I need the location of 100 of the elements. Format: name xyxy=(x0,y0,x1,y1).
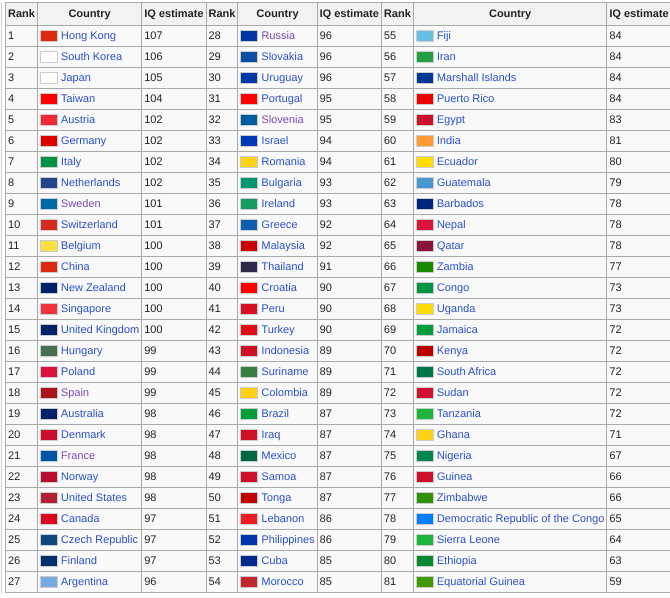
country-link[interactable]: Barbados xyxy=(436,198,484,210)
rank-cell: 50 xyxy=(206,488,238,508)
country-link[interactable]: Jamaica xyxy=(436,324,478,336)
rank-cell: 77 xyxy=(381,488,414,508)
country-link[interactable]: South Africa xyxy=(436,366,496,378)
country-link[interactable]: Sudan xyxy=(436,387,469,399)
country-link[interactable]: Nigeria xyxy=(436,450,472,462)
rank-cell: 69 xyxy=(381,320,414,340)
country-link[interactable]: Brazil xyxy=(261,408,289,420)
rank-cell: 57 xyxy=(381,68,414,88)
rank-cell: 70 xyxy=(381,340,414,362)
country-link[interactable]: Guatemala xyxy=(436,177,491,189)
iq-cell: 96 xyxy=(317,26,382,46)
rank-cell: 23 xyxy=(6,488,38,508)
country-link[interactable]: Finland xyxy=(60,555,97,567)
country-link[interactable]: Zambia xyxy=(436,261,474,273)
country-link[interactable]: Israel xyxy=(261,135,288,147)
country-link[interactable]: India xyxy=(436,135,461,147)
rank-cell: 27 xyxy=(6,572,38,592)
column-header: Rank xyxy=(206,2,238,26)
country-link[interactable]: Peru xyxy=(261,303,285,315)
country-link[interactable]: Fiji xyxy=(436,30,451,42)
rank-cell: 46 xyxy=(206,404,238,424)
country-link[interactable]: Iraq xyxy=(261,429,280,441)
iq-cell: 98 xyxy=(142,446,206,466)
country-link[interactable]: Kenya xyxy=(436,345,468,357)
iq-cell: 90 xyxy=(317,278,382,298)
country-link[interactable]: Uganda xyxy=(436,303,476,315)
rank-cell: 4 xyxy=(6,88,38,110)
iq-cell: 86 xyxy=(317,530,382,550)
country-link[interactable]: Taiwan xyxy=(60,93,96,105)
rank-cell: 1 xyxy=(6,26,38,46)
column-header: IQ estimate xyxy=(606,2,670,26)
iq-cell: 87 xyxy=(317,424,382,446)
country-link[interactable]: Italy xyxy=(60,156,82,168)
country-link[interactable]: France xyxy=(60,450,96,462)
rank-cell: 13 xyxy=(6,278,38,298)
rank-cell: 14 xyxy=(6,298,38,320)
rank-cell: 17 xyxy=(6,362,38,382)
rank-cell: 75 xyxy=(381,446,414,466)
iq-cell: 94 xyxy=(317,152,382,172)
country-link[interactable]: Japan xyxy=(60,72,91,84)
rank-cell: 63 xyxy=(381,194,414,214)
rank-cell: 41 xyxy=(206,298,238,320)
iq-cell: 87 xyxy=(317,466,382,488)
iq-cell: 89 xyxy=(317,340,382,362)
country-link[interactable]: Spain xyxy=(60,387,90,399)
column-header: Rank xyxy=(381,2,414,26)
country-link[interactable]: Ethiopia xyxy=(436,555,477,567)
iq-cell: 97 xyxy=(142,550,206,572)
rank-cell: 22 xyxy=(6,466,38,488)
country-link[interactable]: Cuba xyxy=(261,555,288,567)
iq-cell: 96 xyxy=(317,68,382,88)
iq-cell: 85 xyxy=(317,572,382,592)
iq-cell: 89 xyxy=(317,382,382,404)
iq-cell: 101 xyxy=(142,194,206,214)
iq-cell: 99 xyxy=(142,382,206,404)
rank-cell: 55 xyxy=(381,26,414,46)
rank-cell: 64 xyxy=(381,214,414,236)
country-link[interactable]: Egypt xyxy=(436,114,465,126)
country-link[interactable]: Sierra Leone xyxy=(436,534,500,546)
rank-cell: 30 xyxy=(206,68,238,88)
rank-cell: 8 xyxy=(6,172,38,194)
rank-cell: 16 xyxy=(6,340,38,362)
rank-cell: 10 xyxy=(6,214,38,236)
rank-cell: 26 xyxy=(6,550,38,572)
country-link[interactable]: Nepal xyxy=(436,219,466,231)
column-header: Rank xyxy=(6,2,38,26)
iq-cell: 96 xyxy=(142,572,206,592)
column-header: IQ estimate xyxy=(317,2,382,26)
iq-cell: 89 xyxy=(317,362,382,382)
iq-cell: 86 xyxy=(317,508,382,530)
country-link[interactable]: Poland xyxy=(60,366,96,378)
country-link[interactable]: Ghana xyxy=(436,429,470,441)
country-link[interactable]: Iran xyxy=(436,51,456,63)
country-link[interactable]: Congo xyxy=(436,282,470,294)
country-link[interactable]: Ecuador xyxy=(436,156,478,168)
country-link[interactable]: Guinea xyxy=(436,471,472,483)
iq-cell: 100 xyxy=(142,256,206,278)
iq-cell: 96 xyxy=(317,46,382,68)
rank-cell: 62 xyxy=(381,172,414,194)
iq-cell: 105 xyxy=(142,68,206,88)
country-link[interactable]: Austria xyxy=(60,114,96,126)
rank-cell: 29 xyxy=(206,46,238,68)
country-link[interactable]: Puerto Rico xyxy=(436,93,494,105)
rank-cell: 6 xyxy=(6,130,38,152)
rank-cell: 49 xyxy=(206,466,238,488)
iq-cell: 100 xyxy=(142,236,206,256)
iq-cell: 100 xyxy=(142,298,206,320)
rank-cell: 9 xyxy=(6,194,38,214)
country-link[interactable]: Tanzania xyxy=(436,408,481,420)
rank-cell: 59 xyxy=(381,110,414,130)
rank-cell: 72 xyxy=(381,382,414,404)
iq-cell: 98 xyxy=(142,404,206,424)
rank-cell: 21 xyxy=(6,446,38,466)
country-link[interactable]: China xyxy=(60,261,90,273)
rank-cell: 11 xyxy=(6,236,38,256)
country-link[interactable]: Qatar xyxy=(436,240,464,252)
country-link[interactable]: Zimbabwe xyxy=(436,492,488,504)
rank-cell: 15 xyxy=(6,320,38,340)
